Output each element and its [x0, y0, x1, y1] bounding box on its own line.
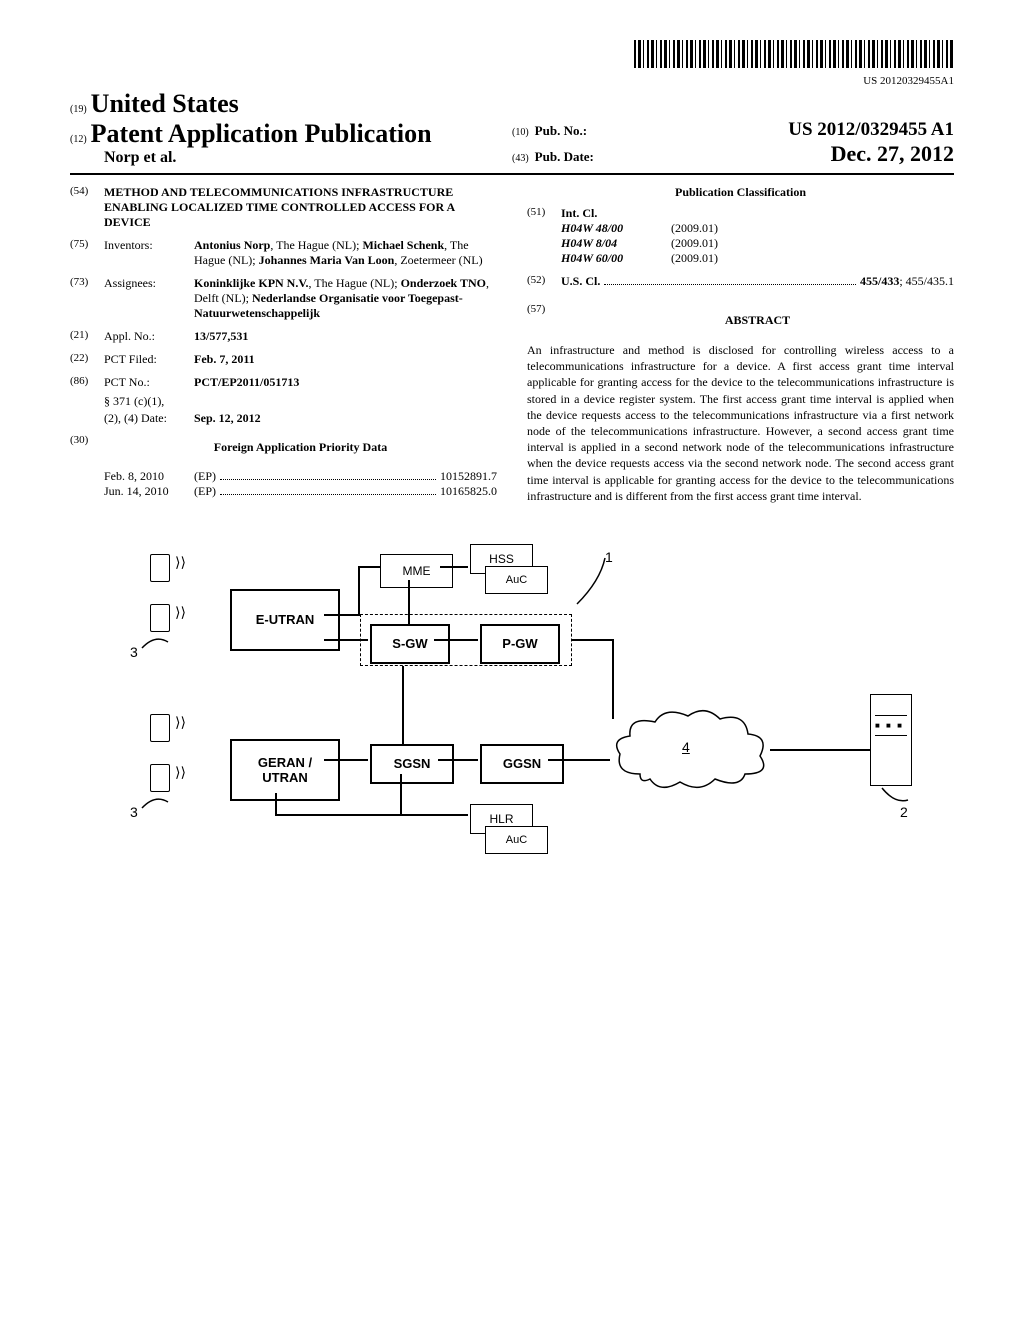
- field-51: (51) Int. Cl. H04W 48/00(2009.01)H04W 8/…: [527, 206, 954, 266]
- priority-heading: Foreign Application Priority Data: [104, 440, 497, 455]
- auc-box: AuC: [485, 566, 548, 594]
- publication-type: Patent Application Publication: [91, 119, 432, 148]
- priority-row: Jun. 14, 2010(EP)10165825.0: [104, 484, 497, 499]
- right-column: Publication Classification (51) Int. Cl.…: [527, 185, 954, 504]
- pubno-value: US 2012/0329455 A1: [788, 119, 954, 141]
- pgw-box: P-GW: [480, 624, 560, 664]
- intcl-rows: H04W 48/00(2009.01)H04W 8/04(2009.01)H04…: [561, 221, 954, 266]
- callout-curve-icon: [575, 556, 615, 606]
- server-icon: ■ ■ ■: [870, 694, 912, 786]
- intcl-row: H04W 8/04(2009.01): [561, 236, 954, 251]
- field-57: (57) ABSTRACT: [527, 303, 954, 334]
- device-icon: [150, 604, 170, 632]
- ggsn-box: GGSN: [480, 744, 564, 784]
- pubdate-label: Pub. Date:: [535, 149, 594, 165]
- assignees: Koninklijke KPN N.V., The Hague (NL); On…: [194, 276, 497, 321]
- pubclass-heading: Publication Classification: [527, 185, 954, 200]
- abstract-heading: ABSTRACT: [561, 313, 954, 328]
- field-73: (73) Assignees: Koninklijke KPN N.V., Th…: [70, 276, 497, 321]
- field-30: (30) Foreign Application Priority Data: [70, 434, 497, 461]
- left-column: (54) METHOD AND TELECOMMUNICATIONS INFRA…: [70, 185, 497, 504]
- geran-box: GERAN / UTRAN: [230, 739, 340, 801]
- authors-short: Norp et al.: [104, 149, 512, 167]
- uscl-main: 455/433: [860, 274, 899, 289]
- signal-icon: ⟩⟩: [175, 558, 186, 566]
- field-75: (75) Inventors: Antonius Norp, The Hague…: [70, 238, 497, 268]
- pubno-label: Pub. No.:: [535, 123, 587, 139]
- field-86: (86) PCT No.: PCT/EP2011/051713: [70, 375, 497, 390]
- intcl-row: H04W 48/00(2009.01): [561, 221, 954, 236]
- priority-rows: Feb. 8, 2010(EP)10152891.7Jun. 14, 2010(…: [70, 469, 497, 499]
- field-22: (22) PCT Filed: Feb. 7, 2011: [70, 352, 497, 367]
- mme-box: MME: [380, 554, 453, 588]
- pubdate-value: Dec. 27, 2012: [831, 141, 954, 167]
- barcode-icon: [634, 40, 954, 68]
- eutran-box: E-UTRAN: [230, 589, 340, 651]
- code-19: (19): [70, 104, 87, 115]
- callout-curve-icon: [140, 792, 170, 810]
- signal-icon: ⟩⟩: [175, 718, 186, 726]
- sgw-box: S-GW: [370, 624, 450, 664]
- device-icon: [150, 764, 170, 792]
- sgsn-box: SGSN: [370, 744, 454, 784]
- code-12: (12): [70, 134, 87, 145]
- abstract-text: An infrastructure and method is disclose…: [527, 342, 954, 504]
- field-86-sub: § 371 (c)(1),: [70, 394, 497, 409]
- priority-row: Feb. 8, 2010(EP)10152891.7: [104, 469, 497, 484]
- field-21: (21) Appl. No.: 13/577,531: [70, 329, 497, 344]
- barcode-number: US 20120329455A1: [70, 75, 954, 87]
- device-icon: [150, 714, 170, 742]
- pct-no: PCT/EP2011/051713: [194, 375, 497, 390]
- ref-4: 4: [682, 739, 690, 755]
- country: United States: [91, 89, 239, 118]
- network-diagram: ⟩⟩ ⟩⟩ 3 E-UTRAN MME HSS AuC S-GW P-GW 1 …: [70, 544, 954, 884]
- uscl-rest: ; 455/435.1: [899, 274, 954, 289]
- cloud-icon: [610, 704, 770, 794]
- field-86-sub2: (2), (4) Date: Sep. 12, 2012: [70, 411, 497, 426]
- auc-box-2: AuC: [485, 826, 548, 854]
- device-icon: [150, 554, 170, 582]
- callout-curve-icon: [140, 632, 170, 650]
- inventors: Antonius Norp, The Hague (NL); Michael S…: [194, 238, 497, 268]
- code-43: (43): [512, 153, 529, 164]
- signal-icon: ⟩⟩: [175, 608, 186, 616]
- code-10: (10): [512, 127, 529, 138]
- field-52: (52) U.S. Cl. 455/433; 455/435.1: [527, 274, 954, 289]
- intcl-row: H04W 60/00(2009.01): [561, 251, 954, 266]
- signal-icon: ⟩⟩: [175, 768, 186, 776]
- dot-leader: [604, 283, 856, 285]
- appl-no: 13/577,531: [194, 329, 497, 344]
- header: (19) United States (12) Patent Applicati…: [70, 89, 954, 175]
- pct-filed: Feb. 7, 2011: [194, 352, 497, 367]
- barcode-block: US 20120329455A1: [70, 40, 954, 87]
- callout-curve-icon: [880, 786, 910, 808]
- ref-3: 3: [130, 804, 138, 820]
- invention-title: METHOD AND TELECOMMUNICATIONS INFRASTRUC…: [104, 185, 497, 230]
- ref-3: 3: [130, 644, 138, 660]
- field-54: (54) METHOD AND TELECOMMUNICATIONS INFRA…: [70, 185, 497, 230]
